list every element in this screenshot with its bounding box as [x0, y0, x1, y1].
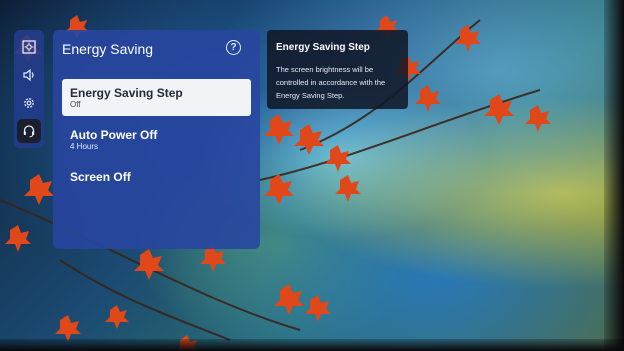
screen-off-item[interactable]: Screen Off [62, 163, 251, 200]
help-icon[interactable]: ? [226, 40, 241, 55]
tv-bezel-bottom [0, 339, 624, 351]
tv-bezel-right [604, 0, 624, 351]
energy-saving-step-label: Energy Saving Step [70, 86, 183, 100]
sound-icon [23, 68, 34, 82]
support-headset-icon [23, 125, 35, 138]
support-button[interactable] [17, 119, 41, 143]
panel-title: Energy Saving [62, 41, 154, 57]
sound-settings-button[interactable] [17, 63, 41, 87]
energy-saving-panel: Energy Saving ? Energy Saving Step Off A… [53, 30, 260, 249]
settings-category-rail [14, 30, 44, 148]
auto-power-off-value: 4 Hours [70, 142, 99, 151]
picture-settings-icon [22, 40, 36, 54]
energy-saving-step-item[interactable]: Energy Saving Step Off [62, 79, 251, 116]
picture-settings-button[interactable] [17, 35, 41, 59]
help-tooltip: Energy Saving Step The screen brightness… [267, 30, 408, 109]
gear-icon [24, 98, 34, 108]
tooltip-title: Energy Saving Step [276, 42, 370, 53]
tooltip-body: The screen brightness will be controlled… [276, 65, 386, 100]
screen-off-label: Screen Off [70, 170, 131, 184]
auto-power-off-label: Auto Power Off [70, 128, 158, 142]
auto-power-off-item[interactable]: Auto Power Off 4 Hours [62, 121, 251, 158]
energy-saving-step-value: Off [70, 100, 81, 109]
general-settings-button[interactable] [17, 91, 41, 115]
